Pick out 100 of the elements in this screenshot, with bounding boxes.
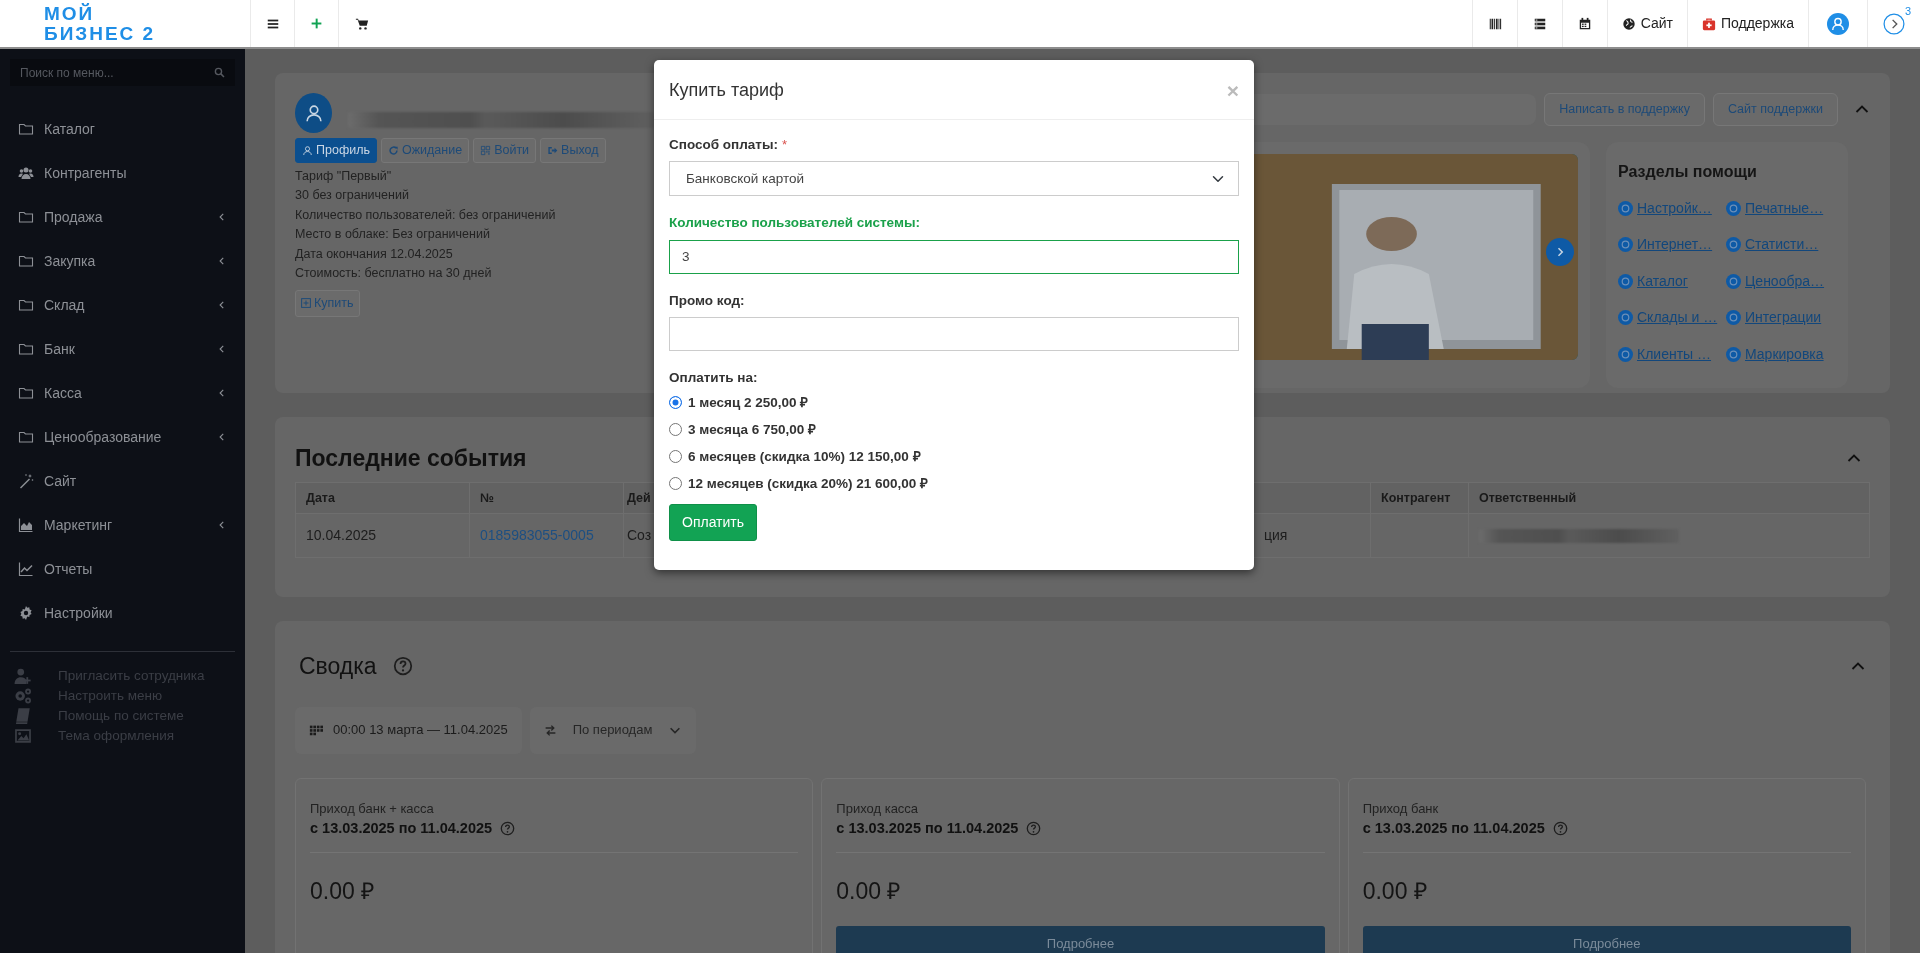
support-button[interactable]: Написать в поддержку xyxy=(1544,93,1705,126)
barcode-icon xyxy=(1487,16,1502,31)
tariff-info: Количество пользователей: без ограничений xyxy=(295,206,556,224)
details-button[interactable]: Подробнее xyxy=(1362,926,1851,953)
calendar-grid-icon xyxy=(309,723,323,737)
plus-icon xyxy=(310,17,323,30)
field-label: Оплатить на: xyxy=(669,368,759,387)
refresh-icon xyxy=(387,144,399,156)
logo-text: МОЙ xyxy=(44,3,95,24)
list-icon xyxy=(1532,16,1547,31)
folder-icon xyxy=(18,385,34,401)
circle-icon xyxy=(1726,273,1741,289)
column-header: Ответственный xyxy=(1479,490,1577,505)
details-button[interactable]: Подробнее xyxy=(836,926,1325,953)
logo-text: БИЗНЕС 2 xyxy=(44,23,156,44)
sidebar-item[interactable]: Настройки xyxy=(10,591,235,635)
help-link[interactable]: Каталог xyxy=(1618,265,1716,298)
buy-button[interactable]: Купить xyxy=(295,289,360,317)
sidebar-item[interactable]: Отчеты xyxy=(10,547,235,591)
profile-tab[interactable]: Профиль xyxy=(295,138,377,163)
help-link[interactable]: Ценообра… xyxy=(1726,265,1836,298)
radio-button[interactable] xyxy=(669,423,682,436)
payment-select[interactable]: Банковской картой xyxy=(669,161,1239,197)
profile-tab[interactable]: Ожидание xyxy=(380,138,470,163)
sidebar-item[interactable]: Маркетинг xyxy=(10,503,235,547)
sidebar-item[interactable]: Ценообразование xyxy=(10,415,235,459)
column-header: № xyxy=(480,490,494,505)
gears-icon xyxy=(14,687,32,705)
image-icon xyxy=(14,727,32,745)
notification-count: 3 xyxy=(1904,4,1911,19)
profile-tab[interactable]: Выход xyxy=(540,138,606,163)
stat-title: Приход банк xyxy=(1362,799,1440,818)
folder-icon xyxy=(18,341,34,357)
promo-code-field[interactable] xyxy=(669,316,1239,351)
users-count-field[interactable]: 3 xyxy=(669,239,1239,274)
user-plus-icon xyxy=(14,667,32,685)
help-icon xyxy=(500,821,516,837)
help-title: Разделы помощи xyxy=(1618,161,1758,182)
circle-icon xyxy=(1618,273,1633,289)
stat-title: Приход касса xyxy=(836,799,920,818)
arrow-circle-icon xyxy=(1883,12,1905,35)
close-button[interactable]: × xyxy=(1226,80,1239,101)
column-header: Дей xyxy=(627,490,651,505)
help-link[interactable]: Печатные… xyxy=(1726,192,1836,225)
profile-tab[interactable]: Войти xyxy=(473,138,537,163)
sidebar-item[interactable]: Закупка xyxy=(10,239,235,283)
stat-period: с 13.03.2025 по 11.04.2025 xyxy=(310,819,493,838)
magic-wand-icon xyxy=(18,473,34,489)
field-label: Промо код: xyxy=(669,291,746,310)
help-link[interactable]: Склады и … xyxy=(1618,301,1716,334)
modal-title: Купить тариф xyxy=(669,79,785,102)
pay-button[interactable]: Оплатить xyxy=(669,504,758,541)
circle-icon xyxy=(1726,200,1741,216)
help-link[interactable]: Интеграции xyxy=(1726,301,1836,334)
stat-title: Приход банк + касса xyxy=(310,799,435,818)
folder-icon xyxy=(18,253,34,269)
field-label: Способ оплаты: xyxy=(669,136,778,154)
radio-button[interactable] xyxy=(669,396,682,409)
circle-icon xyxy=(1726,310,1741,326)
circle-icon xyxy=(1618,237,1633,253)
globe-icon xyxy=(1621,16,1636,31)
period-dropdown[interactable]: По периодам xyxy=(529,706,697,754)
sidebar-item[interactable]: Продажа xyxy=(10,195,235,239)
help-link[interactable]: Статисти… xyxy=(1726,228,1836,261)
tariff-info: Стоимость: бесплатно на 30 дней xyxy=(295,265,492,283)
sidebar-item[interactable]: Склад xyxy=(10,283,235,327)
radio-button[interactable] xyxy=(669,477,682,490)
circle-icon xyxy=(1618,310,1633,326)
help-link[interactable]: Клиенты … xyxy=(1618,338,1716,371)
logout-icon xyxy=(547,144,559,156)
help-icon xyxy=(1552,821,1568,837)
sidebar-item[interactable]: Сайт xyxy=(10,459,235,503)
circle-icon xyxy=(1726,237,1741,253)
table-cell: ция xyxy=(1264,527,1288,544)
sidebar-item[interactable]: Банк xyxy=(10,327,235,371)
field-label: Количество пользователей системы: xyxy=(669,214,921,233)
radio-label: 3 месяца 6 750,00 ₽ xyxy=(688,421,816,440)
radio-label: 6 месяцев (скидка 10%) 12 150,00 ₽ xyxy=(688,448,921,467)
avatar-icon xyxy=(1827,12,1849,35)
date-range-button[interactable]: 00:00 13 марта — 11.04.2025 xyxy=(295,706,522,754)
radio-button[interactable] xyxy=(669,450,682,463)
section-title: Последние события xyxy=(295,444,527,473)
user-icon xyxy=(302,144,313,156)
users-icon xyxy=(18,165,34,181)
stat-amount: 0.00 ₽ xyxy=(1362,876,1428,906)
sidebar-item[interactable]: Контрагенты xyxy=(10,151,235,195)
search-field[interactable]: Поиск по меню... xyxy=(10,59,235,86)
first-aid-icon xyxy=(1701,16,1716,31)
stat-amount: 0.00 ₽ xyxy=(310,876,376,906)
column-header: Контрагент xyxy=(1381,490,1451,505)
support-button[interactable]: Сайт поддержки xyxy=(1712,93,1838,126)
sidebar-item[interactable]: Каталог xyxy=(10,107,235,151)
cart-icon xyxy=(354,16,369,31)
tariff-info: 30 без ограничений xyxy=(295,187,409,205)
help-link[interactable]: Маркировка xyxy=(1726,338,1836,371)
folder-icon xyxy=(18,209,34,225)
sidebar-item[interactable]: Касса xyxy=(10,371,235,415)
help-link[interactable]: Настройк… xyxy=(1618,192,1716,225)
folder-icon xyxy=(18,297,34,313)
help-link[interactable]: Интернет… xyxy=(1618,228,1716,261)
